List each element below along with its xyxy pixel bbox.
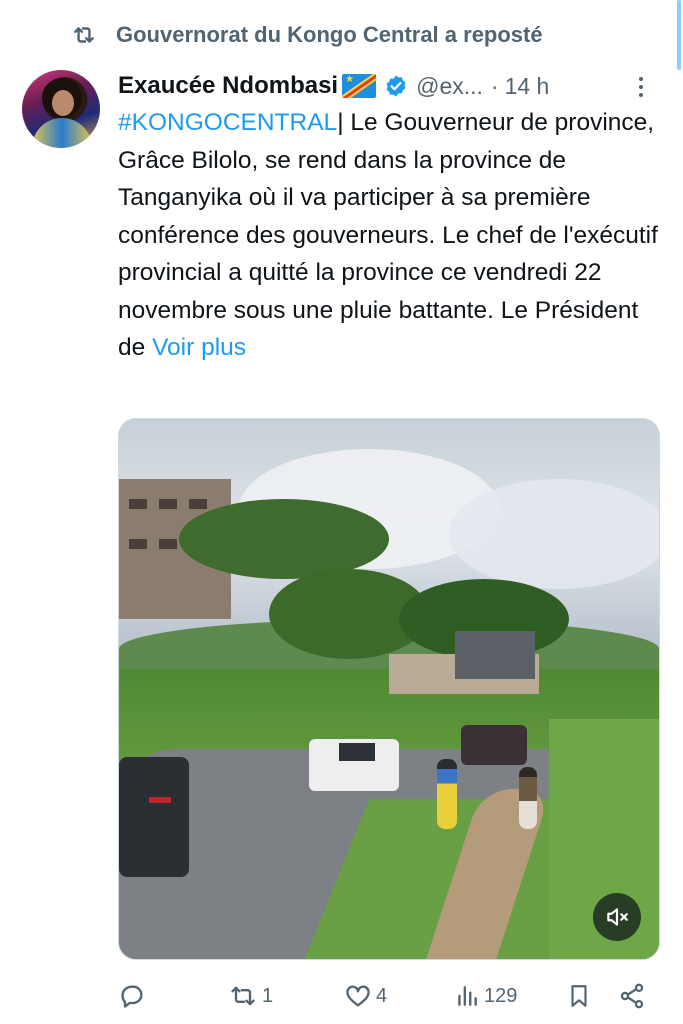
like-count: 4	[376, 984, 388, 1007]
video-player[interactable]	[118, 418, 660, 960]
video-sign	[455, 631, 535, 679]
video-person	[519, 767, 537, 829]
views-button[interactable]: 129	[454, 982, 517, 1010]
heart-icon	[346, 985, 370, 1007]
verified-badge-icon[interactable]	[384, 74, 408, 98]
more-options-icon[interactable]	[627, 72, 655, 102]
drc-flag-icon: ★	[342, 74, 377, 98]
retweet-icon	[231, 986, 255, 1006]
tweet-text: #KONGOCENTRAL| Le Gouverneur de province…	[118, 104, 666, 367]
share-button[interactable]	[618, 982, 646, 1010]
video-tree	[179, 499, 389, 579]
video-cloud	[449, 479, 659, 589]
avatar-face	[52, 90, 74, 116]
retweet-button[interactable]: 1	[228, 982, 273, 1010]
reply-button[interactable]	[118, 982, 150, 1010]
avatar[interactable]	[22, 70, 100, 148]
video-pickup-truck	[309, 739, 399, 791]
video-person	[437, 759, 457, 829]
hashtag-link[interactable]: #KONGOCENTRAL	[118, 109, 337, 136]
author-handle[interactable]: @ex...	[416, 73, 483, 100]
video-suv	[461, 725, 527, 765]
repost-icon	[68, 21, 100, 49]
see-more-link[interactable]: Voir plus	[152, 334, 246, 361]
avatar-clothing	[32, 118, 92, 148]
views-count: 129	[484, 984, 518, 1007]
repost-context[interactable]: Gouvernorat du Kongo Central a reposté	[68, 20, 543, 50]
tweet-header: Exaucée Ndombasi ★ @ex... · 14 h	[118, 68, 655, 104]
share-icon	[620, 983, 644, 1009]
scrollbar[interactable]	[677, 0, 681, 70]
separator-dot: ·	[490, 72, 499, 99]
tweet-actions: 1 4 129	[118, 978, 652, 1014]
views-icon	[458, 986, 477, 1006]
author-name[interactable]: Exaucée Ndombasi	[118, 72, 338, 100]
video-car	[119, 757, 189, 877]
retweet-count: 1	[262, 984, 274, 1007]
muted-speaker-icon[interactable]	[593, 893, 641, 941]
like-button[interactable]: 4	[344, 982, 387, 1010]
reply-icon	[121, 985, 143, 1008]
tweet-time[interactable]: 14 h	[505, 73, 550, 100]
repost-label[interactable]: Gouvernorat du Kongo Central a reposté	[116, 22, 543, 48]
bookmark-button[interactable]	[566, 982, 592, 1010]
bookmark-icon	[571, 985, 587, 1007]
tweet-body: | Le Gouverneur de province, Grâce Bilol…	[118, 109, 658, 361]
